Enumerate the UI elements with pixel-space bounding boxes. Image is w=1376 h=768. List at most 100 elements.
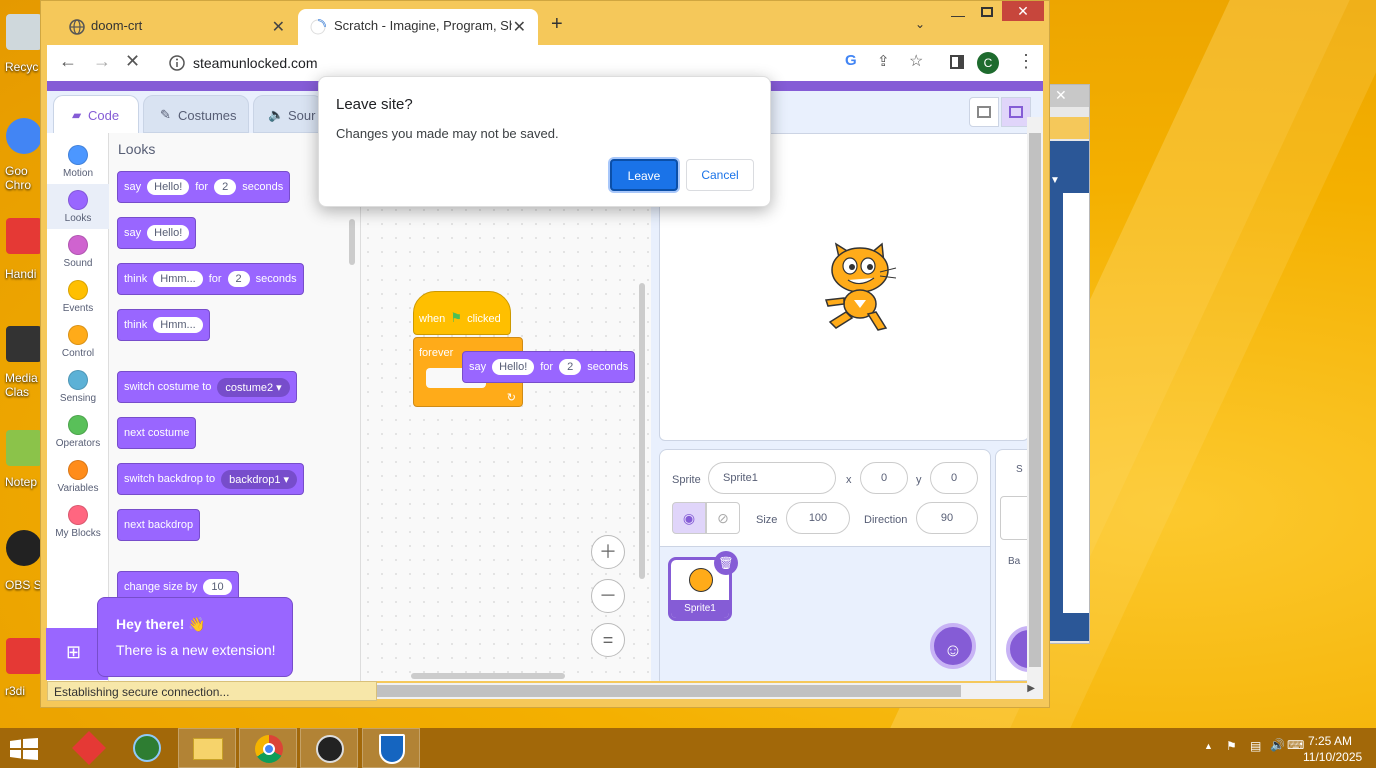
background-window[interactable]: ✕ ▼ <box>1046 84 1090 644</box>
scrollbar-thumb[interactable] <box>1029 133 1041 667</box>
share-icon[interactable]: ⇪ <box>877 52 890 70</box>
address-bar[interactable]: steamunlocked.com G ⇪ ☆ <box>165 49 1005 77</box>
new-tab-button[interactable]: + <box>551 13 563 36</box>
clock-time[interactable]: 7:25 AM <box>1308 734 1352 748</box>
block-say-for-secs[interactable]: say Hello! for 2 seconds <box>117 171 291 203</box>
zoom-reset-button[interactable]: = <box>591 623 625 657</box>
block-input[interactable]: Hello! <box>492 359 535 375</box>
block-input[interactable]: Hello! <box>147 225 190 241</box>
block-input[interactable]: Hmm... <box>153 271 203 287</box>
block-think[interactable]: think Hmm... <box>117 309 210 341</box>
sprite-name-field[interactable]: Sprite1 <box>708 462 836 494</box>
keyboard-icon[interactable]: ⌨ <box>1287 738 1304 752</box>
start-icon[interactable] <box>10 738 38 760</box>
maximize-icon[interactable] <box>981 7 993 17</box>
category-looks[interactable]: Looks <box>47 184 109 229</box>
tab-costumes[interactable]: ✎ Costumes <box>143 95 249 133</box>
close-tab-icon[interactable]: ✕ <box>272 17 285 37</box>
media-player-icon[interactable] <box>6 326 42 362</box>
block-switch-backdrop[interactable]: switch backdrop to backdrop1 ▾ <box>117 463 305 495</box>
tab-sounds[interactable]: 🔈 Sour <box>253 95 323 133</box>
forward-icon[interactable]: → <box>93 51 111 72</box>
taskbar-globe[interactable] <box>118 728 176 768</box>
block-when-flag-clicked[interactable]: when ⚑ clicked <box>413 291 511 335</box>
block-input[interactable]: Hello! <box>147 179 190 195</box>
chrome-icon[interactable] <box>6 118 42 154</box>
tab-search-icon[interactable]: ⌄ <box>915 17 925 31</box>
google-lens-icon[interactable]: G <box>845 52 857 69</box>
page-scrollbar-v[interactable] <box>1027 117 1043 683</box>
block-switch-costume[interactable]: switch costume to costume2 ▾ <box>117 371 297 403</box>
tab-code[interactable]: ▰ Code <box>53 95 139 133</box>
category-events[interactable]: Events <box>47 274 109 319</box>
add-sprite-button[interactable]: ☺ <box>930 623 976 669</box>
show-sprite-button[interactable]: ◉ <box>672 502 706 534</box>
back-icon[interactable]: ← <box>59 51 77 72</box>
taskbar-file-explorer[interactable] <box>178 728 236 768</box>
category-motion[interactable]: Motion <box>47 139 109 184</box>
page-scrollbar-h[interactable]: ▶ <box>377 683 1043 699</box>
small-stage-button[interactable] <box>969 97 999 127</box>
stop-icon[interactable]: ✕ <box>125 51 140 72</box>
category-sensing[interactable]: Sensing <box>47 364 109 409</box>
r3di-icon[interactable] <box>6 638 42 674</box>
action-center-icon[interactable]: ⚑ <box>1226 739 1237 753</box>
taskbar-chrome[interactable] <box>239 728 297 768</box>
scroll-right-icon[interactable]: ▶ <box>1027 683 1035 694</box>
block-dropdown[interactable]: costume2 ▾ <box>217 377 290 397</box>
hide-sprite-button[interactable]: ⊘ <box>706 502 740 534</box>
tray-expand-icon[interactable]: ▲ <box>1204 741 1213 751</box>
block-input[interactable]: 2 <box>559 359 582 375</box>
category-variables[interactable]: Variables <box>47 454 109 499</box>
zoom-out-button[interactable]: － <box>591 579 625 613</box>
side-panel-icon[interactable] <box>950 55 964 69</box>
extension-tooltip[interactable]: Hey there! 👋 There is a new extension! <box>97 597 293 677</box>
x-field[interactable]: 0 <box>860 462 908 494</box>
size-field[interactable]: 100 <box>786 502 850 534</box>
block-think-for-secs[interactable]: think Hmm... for 2 seconds <box>117 263 304 295</box>
profile-avatar[interactable]: C <box>977 52 999 74</box>
dropdown-arrow-icon[interactable]: ▼ <box>1050 175 1060 186</box>
scrollbar-thumb[interactable] <box>377 685 961 697</box>
zoom-in-button[interactable]: ＋ <box>591 535 625 569</box>
cancel-button[interactable]: Cancel <box>686 159 754 191</box>
category-my-blocks[interactable]: My Blocks <box>47 499 109 544</box>
close-tab-icon[interactable]: ✕ <box>513 17 526 37</box>
block-next-backdrop[interactable]: next backdrop <box>117 509 201 541</box>
handi-icon[interactable] <box>6 218 42 254</box>
workspace-scrollbar-v[interactable] <box>639 283 645 579</box>
network-icon[interactable]: ▤ <box>1250 739 1261 753</box>
taskbar-handi[interactable] <box>60 728 118 768</box>
taskbar-obs[interactable] <box>300 728 358 768</box>
bookmark-star-icon[interactable]: ☆ <box>909 51 923 71</box>
block-input[interactable]: Hmm... <box>153 317 203 333</box>
category-operators[interactable]: Operators <box>47 409 109 454</box>
direction-field[interactable]: 90 <box>916 502 978 534</box>
y-field[interactable]: 0 <box>930 462 978 494</box>
palette-scrollbar[interactable] <box>349 219 355 265</box>
workspace-scrollbar-h[interactable] <box>411 673 565 679</box>
block-next-costume[interactable]: next costume <box>117 417 197 449</box>
close-icon[interactable]: ✕ <box>1055 87 1067 104</box>
block-dropdown[interactable]: backdrop1 ▾ <box>221 469 298 489</box>
category-control[interactable]: Control <box>47 319 109 364</box>
block-say-for-secs-script[interactable]: say Hello! for 2 seconds <box>462 351 636 383</box>
block-say[interactable]: say Hello! <box>117 217 197 249</box>
block-input[interactable]: 10 <box>203 579 232 595</box>
script-workspace[interactable]: when ⚑ clicked forever ↻ say Hello! for … <box>361 133 651 681</box>
notepad-icon[interactable] <box>6 430 42 466</box>
menu-kebab-icon[interactable]: ⋮ <box>1017 51 1035 72</box>
volume-icon[interactable]: 🔊 <box>1270 738 1285 752</box>
site-info-icon[interactable] <box>169 55 185 71</box>
recycle-bin-icon[interactable] <box>6 14 42 50</box>
minimize-icon[interactable]: — <box>951 7 965 23</box>
delete-sprite-icon[interactable]: 🗑 <box>714 551 738 575</box>
tab-scratch[interactable]: Scratch - Imagine, Program, Sha ✕ <box>298 9 538 45</box>
cat-sprite[interactable] <box>820 242 910 334</box>
block-input[interactable]: 2 <box>214 179 237 195</box>
clock-date[interactable]: 11/10/2025 <box>1303 750 1362 764</box>
window-close-icon[interactable]: ✕ <box>1002 1 1044 21</box>
category-sound[interactable]: Sound <box>47 229 109 274</box>
obs-icon[interactable] <box>6 530 42 566</box>
leave-button[interactable]: Leave <box>610 159 678 191</box>
